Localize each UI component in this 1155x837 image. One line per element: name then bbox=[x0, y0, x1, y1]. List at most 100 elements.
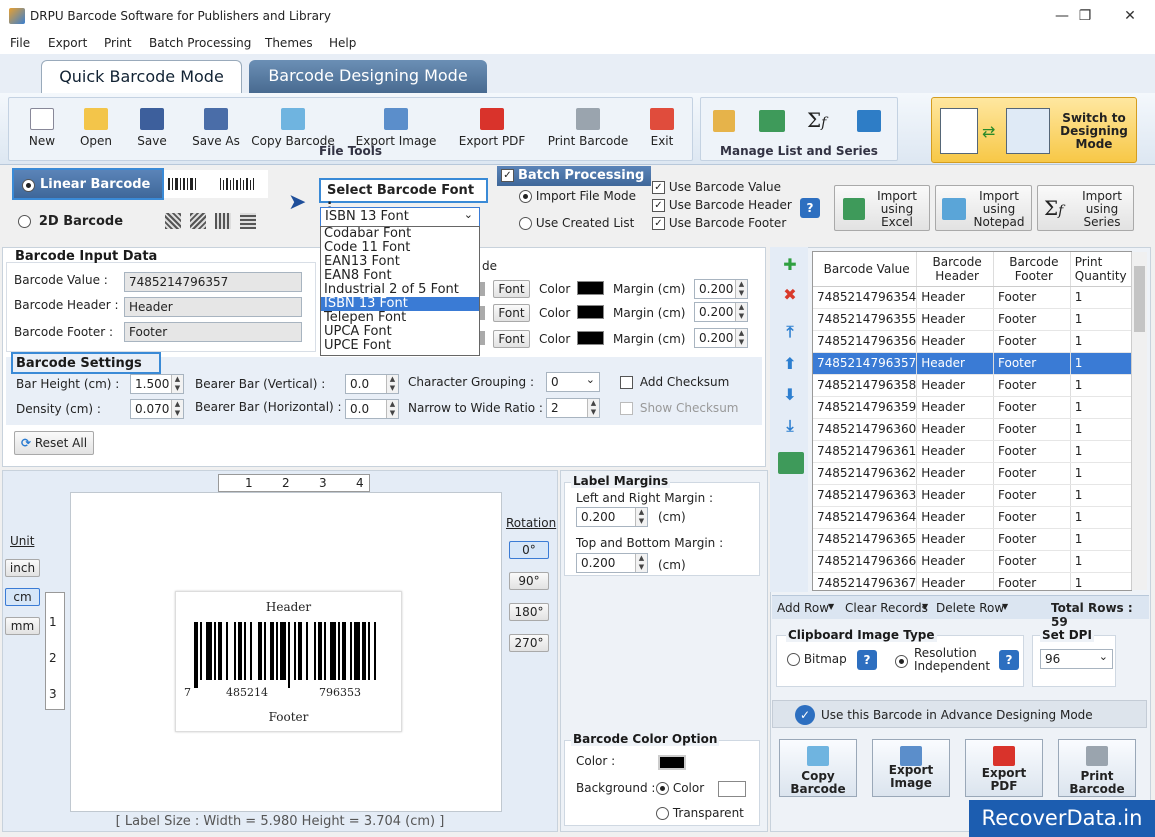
bearer-horizontal-input[interactable]: 0.0 ▲ ▼ bbox=[345, 399, 399, 419]
open-button[interactable]: Open bbox=[77, 108, 115, 148]
use-barcode-header-option[interactable]: ✓ Use Barcode Header bbox=[652, 198, 792, 212]
table-cell[interactable]: 1 bbox=[1070, 462, 1131, 485]
lr-margin-input[interactable]: 0.200 ▲ ▼ bbox=[576, 507, 648, 527]
value-margin-input[interactable]: 0.200 ▲ ▼ bbox=[694, 279, 748, 299]
move-bottom-icon[interactable]: ⤓ bbox=[776, 416, 804, 438]
batch-checkbox[interactable]: ✓ bbox=[501, 169, 514, 182]
spin-buttons[interactable]: ▲ ▼ bbox=[735, 303, 747, 321]
table-cell[interactable]: Header bbox=[916, 484, 995, 507]
table-cell[interactable]: 1 bbox=[1070, 330, 1131, 353]
value-font-button[interactable]: Font bbox=[493, 280, 530, 298]
table-cell[interactable]: 1 bbox=[1070, 506, 1131, 529]
table-cell[interactable]: 7485214796357 bbox=[813, 352, 918, 375]
2d-barcode-option[interactable]: 2D Barcode bbox=[18, 214, 123, 229]
table-cell[interactable]: 1 bbox=[1070, 396, 1131, 419]
font-option[interactable]: UPCE Font bbox=[321, 339, 479, 353]
dpi-select[interactable]: 96 ⌄ bbox=[1040, 649, 1113, 669]
scrollbar-thumb[interactable] bbox=[1134, 266, 1145, 332]
table-cell[interactable]: Header bbox=[916, 308, 995, 331]
switch-to-designing-button[interactable]: ⇄ Switch to Designing Mode bbox=[931, 97, 1137, 163]
export-image-button[interactable]: Export Image bbox=[353, 108, 439, 148]
close-button[interactable]: ✕ bbox=[1107, 0, 1153, 32]
table-cell[interactable]: Footer bbox=[993, 418, 1071, 441]
table-row[interactable]: 7485214796364 Header Footer 1 bbox=[813, 506, 1131, 529]
table-row[interactable]: 7485214796365 Header Footer 1 bbox=[813, 528, 1131, 551]
footer-font-button[interactable]: Font bbox=[493, 330, 530, 348]
menu-batch-processing[interactable]: Batch Processing bbox=[149, 36, 251, 50]
delete-row-menu[interactable]: Delete Row bbox=[936, 601, 1004, 615]
table-cell[interactable]: 7485214796361 bbox=[813, 440, 918, 463]
table-cell[interactable]: 1 bbox=[1070, 572, 1131, 590]
table-cell[interactable]: 7485214796362 bbox=[813, 462, 918, 485]
rotation-0-button[interactable]: 0° bbox=[509, 541, 549, 559]
swap-arrows-icon[interactable] bbox=[857, 110, 881, 132]
font-option[interactable]: Telepen Font bbox=[321, 311, 479, 325]
table-cell[interactable]: 1 bbox=[1070, 308, 1131, 331]
exit-button[interactable]: Exit bbox=[645, 108, 679, 148]
import-series-button[interactable]: Σf Import using Series bbox=[1037, 185, 1134, 231]
tb-margin-input[interactable]: 0.200 ▲ ▼ bbox=[576, 553, 648, 573]
rotation-180-button[interactable]: 180° bbox=[509, 603, 549, 621]
barcode-color-swatch[interactable] bbox=[658, 755, 686, 770]
tab-barcode-designing[interactable]: Barcode Designing Mode bbox=[249, 60, 487, 94]
delete-icon[interactable]: ✖ bbox=[776, 285, 804, 307]
table-cell[interactable]: Footer bbox=[993, 528, 1071, 551]
use-barcode-value-option[interactable]: ✓ Use Barcode Value bbox=[652, 180, 781, 194]
table-cell[interactable]: Footer bbox=[993, 440, 1071, 463]
table-cell[interactable]: 1 bbox=[1070, 418, 1131, 441]
table-cell[interactable]: 7485214796354 bbox=[813, 286, 918, 309]
menu-print[interactable]: Print bbox=[104, 36, 132, 50]
advance-designing-option[interactable]: ✓ Use this Barcode in Advance Designing … bbox=[772, 700, 1147, 728]
unit-inch-button[interactable]: inch bbox=[5, 559, 40, 577]
print-barcode-big-button[interactable]: Print Barcode bbox=[1058, 739, 1136, 797]
table-row[interactable]: 7485214796355 Header Footer 1 bbox=[813, 308, 1131, 331]
table-cell[interactable]: Footer bbox=[993, 462, 1071, 485]
bearer-vertical-input[interactable]: 0.0 ▲ ▼ bbox=[345, 374, 399, 394]
menu-file[interactable]: File bbox=[10, 36, 30, 50]
resolution-independent-option[interactable] bbox=[895, 654, 908, 668]
table-cell[interactable]: 7485214796358 bbox=[813, 374, 918, 397]
char-grouping-select[interactable]: 0 ⌄ bbox=[546, 372, 600, 392]
table-row[interactable]: 7485214796366 Header Footer 1 bbox=[813, 550, 1131, 573]
font-option-selected[interactable]: ISBN 13 Font bbox=[321, 297, 479, 311]
use-created-list-option[interactable]: Use Created List bbox=[519, 216, 634, 230]
menu-help[interactable]: Help bbox=[329, 36, 356, 50]
batch-processing-toggle[interactable]: ✓ Batch Processing bbox=[497, 166, 651, 186]
2d-radio[interactable] bbox=[18, 215, 31, 228]
font-option[interactable]: Code 11 Font bbox=[321, 241, 479, 255]
table-cell[interactable]: Footer bbox=[993, 374, 1071, 397]
spin-buttons[interactable]: ▲ ▼ bbox=[735, 329, 747, 347]
table-row[interactable]: 7485214796358 Header Footer 1 bbox=[813, 374, 1131, 397]
table-cell[interactable]: Footer bbox=[993, 352, 1071, 375]
value-color-swatch[interactable] bbox=[577, 281, 604, 295]
table-cell[interactable]: 1 bbox=[1070, 484, 1131, 507]
import-notepad-button[interactable]: Import using Notepad bbox=[935, 185, 1032, 231]
transparent-option[interactable]: Transparent bbox=[656, 806, 744, 820]
table-cell[interactable]: Header bbox=[916, 286, 995, 309]
unit-mm-button[interactable]: mm bbox=[5, 617, 40, 635]
table-cell[interactable]: Footer bbox=[993, 572, 1071, 590]
tab-quick-barcode[interactable]: Quick Barcode Mode bbox=[41, 60, 242, 94]
copy-barcode-button[interactable]: Copy Barcode bbox=[251, 108, 335, 148]
table-row[interactable]: 7485214796356 Header Footer 1 bbox=[813, 330, 1131, 353]
use-barcode-footer-option[interactable]: ✓ Use Barcode Footer bbox=[652, 216, 786, 230]
barcode-footer-input[interactable]: Footer bbox=[124, 322, 302, 342]
table-cell[interactable]: Header bbox=[916, 374, 995, 397]
font-option[interactable]: EAN13 Font bbox=[321, 255, 479, 269]
footer-color-swatch[interactable] bbox=[577, 331, 604, 345]
rotation-270-button[interactable]: 270° bbox=[509, 634, 549, 652]
table-cell[interactable]: Header bbox=[916, 462, 995, 485]
col-print-quantity[interactable]: Print Quantity bbox=[1070, 252, 1131, 287]
unit-cm-button[interactable]: cm bbox=[5, 588, 40, 606]
menu-themes[interactable]: Themes bbox=[265, 36, 313, 50]
table-cell[interactable]: 1 bbox=[1070, 352, 1131, 375]
footer-margin-input[interactable]: 0.200 ▲ ▼ bbox=[694, 328, 748, 348]
spin-buttons[interactable]: ▲ ▼ bbox=[735, 280, 747, 298]
barcode-header-input[interactable]: Header bbox=[124, 297, 302, 317]
export-excel-icon[interactable] bbox=[778, 452, 804, 474]
reset-all-button[interactable]: ⟳ Reset All bbox=[14, 431, 94, 455]
table-cell[interactable]: Footer bbox=[993, 396, 1071, 419]
header-margin-input[interactable]: 0.200 ▲ ▼ bbox=[694, 302, 748, 322]
table-cell[interactable]: Footer bbox=[993, 308, 1071, 331]
header-font-button[interactable]: Font bbox=[493, 304, 530, 322]
